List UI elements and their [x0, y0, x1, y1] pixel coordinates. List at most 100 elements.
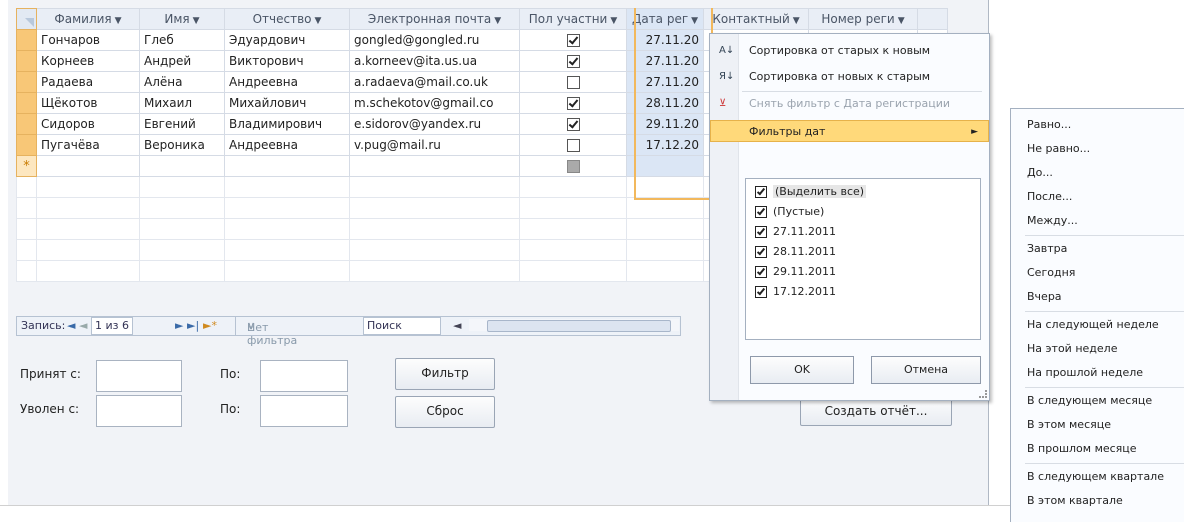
col-header-email[interactable]: Электронная почта ▼	[349, 8, 520, 30]
option-checkbox[interactable]	[755, 206, 767, 218]
submenu-item[interactable]: После...	[1027, 187, 1072, 207]
row-selector[interactable]	[16, 50, 37, 72]
submenu-item[interactable]: В следующем квартале	[1027, 467, 1164, 487]
scroll-left-icon[interactable]: ◄	[453, 319, 461, 332]
next-record-button[interactable]: ►	[175, 319, 183, 332]
col-header-name[interactable]: Имя ▼	[139, 8, 225, 30]
cell-gender[interactable]	[519, 113, 627, 135]
date-value-option[interactable]: (Выделить все)	[755, 183, 867, 201]
chevron-down-icon[interactable]: ▼	[193, 16, 200, 26]
gender-checkbox[interactable]	[566, 55, 580, 68]
cell-reg-date[interactable]: 17.12.20	[626, 134, 704, 156]
cell-gender[interactable]	[519, 29, 627, 51]
chevron-down-icon[interactable]: ▼	[115, 16, 122, 26]
cell-reg-date[interactable]: 27.11.20	[626, 29, 704, 51]
cell-email[interactable]: v.pug@mail.ru	[349, 134, 520, 156]
fired-from-input[interactable]	[96, 395, 182, 427]
cell-surname[interactable]: Сидоров	[36, 113, 140, 135]
cell-email[interactable]: a.korneev@ita.us.ua	[349, 50, 520, 72]
row-selector[interactable]	[16, 29, 37, 51]
submenu-item[interactable]: В следующем месяце	[1027, 391, 1152, 411]
cell-gender[interactable]	[519, 92, 627, 114]
filter-button[interactable]: Фильтр	[395, 358, 495, 390]
hired-to-input[interactable]	[260, 360, 348, 392]
date-value-option[interactable]: 27.11.2011	[755, 223, 836, 241]
chevron-down-icon[interactable]: ▼	[898, 16, 905, 26]
cell-name[interactable]: Михаил	[139, 92, 225, 114]
hired-from-input[interactable]	[96, 360, 182, 392]
submenu-item[interactable]: На следующей неделе	[1027, 315, 1159, 335]
submenu-item[interactable]: На этой неделе	[1027, 339, 1117, 359]
option-checkbox[interactable]	[755, 246, 767, 258]
submenu-item[interactable]: В этом месяце	[1027, 415, 1111, 435]
cell-name[interactable]: Евгений	[139, 113, 225, 135]
sort-asc-item[interactable]: A↓ Сортировка от старых к новым	[710, 40, 989, 62]
chevron-down-icon[interactable]: ▼	[691, 16, 698, 26]
new-row-marker[interactable]: *	[16, 155, 37, 177]
submenu-item[interactable]: На прошлой неделе	[1027, 363, 1143, 383]
cell-surname[interactable]: Пугачёва	[36, 134, 140, 156]
cell-patronymic[interactable]: Викторович	[224, 50, 350, 72]
prev-record-button[interactable]: ◄	[79, 319, 87, 332]
cancel-button[interactable]: Отмена	[871, 356, 981, 384]
cell-email[interactable]: e.sidorov@yandex.ru	[349, 113, 520, 135]
cell-patronymic[interactable]: Андреевна	[224, 71, 350, 93]
row-selector[interactable]	[16, 113, 37, 135]
reset-button[interactable]: Сброс	[395, 396, 495, 428]
chevron-down-icon[interactable]: ▼	[494, 16, 501, 26]
date-value-option[interactable]: 17.12.2011	[755, 283, 836, 301]
submenu-item[interactable]: До...	[1027, 163, 1053, 183]
gender-checkbox[interactable]	[566, 97, 580, 110]
chevron-down-icon[interactable]: ▼	[610, 16, 617, 26]
cell-patronymic[interactable]: Владимирович	[224, 113, 350, 135]
resize-grip-icon[interactable]	[979, 390, 987, 398]
current-record-field[interactable]: 1 из 6	[91, 317, 133, 335]
date-value-option[interactable]: (Пустые)	[755, 203, 824, 221]
submenu-item[interactable]: Сегодня	[1027, 263, 1075, 283]
row-selector[interactable]	[16, 71, 37, 93]
cell-reg-date[interactable]: 28.11.20	[626, 92, 704, 114]
cell-patronymic[interactable]: Эдуардович	[224, 29, 350, 51]
gender-checkbox[interactable]	[566, 34, 580, 47]
col-header-reg-number[interactable]: Номер реги ▼	[808, 8, 918, 30]
fired-to-input[interactable]	[260, 395, 348, 427]
first-record-button[interactable]: ◄	[67, 319, 75, 332]
search-input[interactable]: Поиск	[363, 317, 441, 335]
col-header-contact[interactable]: Контактный ▼	[703, 8, 809, 30]
clear-filter-item[interactable]: ⊻ Снять фильтр с Дата регистрации	[710, 93, 989, 115]
submenu-item[interactable]: Не равно...	[1027, 139, 1090, 159]
date-value-option[interactable]: 28.11.2011	[755, 243, 836, 261]
chevron-down-icon[interactable]: ▼	[315, 16, 322, 26]
col-header-reg-date[interactable]: Дата рег ▼	[626, 8, 704, 30]
scrollbar-thumb[interactable]	[487, 320, 671, 332]
option-checkbox[interactable]	[755, 186, 767, 198]
cell-patronymic[interactable]: Андреевна	[224, 134, 350, 156]
chevron-down-icon[interactable]: ▼	[793, 16, 800, 26]
submenu-item[interactable]: Между...	[1027, 211, 1078, 231]
cell-gender[interactable]	[519, 71, 627, 93]
submenu-item[interactable]: В этом квартале	[1027, 491, 1123, 511]
cell-email[interactable]: a.radaeva@mail.co.uk	[349, 71, 520, 93]
gender-checkbox[interactable]	[566, 118, 580, 131]
cell-patronymic[interactable]: Михайлович	[224, 92, 350, 114]
gender-checkbox-new[interactable]	[566, 160, 580, 173]
cell-reg-date[interactable]: 29.11.20	[626, 113, 704, 135]
submenu-item[interactable]: Равно...	[1027, 115, 1071, 135]
cell-surname[interactable]: Радаева	[36, 71, 140, 93]
submenu-item[interactable]: Завтра	[1027, 239, 1067, 259]
sort-desc-item[interactable]: Я↓ Сортировка от новых к старым	[710, 66, 989, 88]
cell-name[interactable]: Алёна	[139, 71, 225, 93]
cell-surname[interactable]: Гончаров	[36, 29, 140, 51]
cell-name[interactable]: Андрей	[139, 50, 225, 72]
cell-reg-date[interactable]: 27.11.20	[626, 50, 704, 72]
gender-checkbox[interactable]	[566, 76, 580, 89]
cell-gender[interactable]	[519, 134, 627, 156]
option-checkbox[interactable]	[755, 286, 767, 298]
cell-gender[interactable]	[519, 50, 627, 72]
date-value-option[interactable]: 29.11.2011	[755, 263, 836, 281]
submenu-item[interactable]: В прошлом месяце	[1027, 439, 1137, 459]
date-filters-item[interactable]: Фильтры дат ►	[710, 120, 989, 142]
cell-email[interactable]: gongled@gongled.ru	[349, 29, 520, 51]
gender-checkbox[interactable]	[566, 139, 580, 152]
col-header-gender[interactable]: Пол участни ▼	[519, 8, 627, 30]
